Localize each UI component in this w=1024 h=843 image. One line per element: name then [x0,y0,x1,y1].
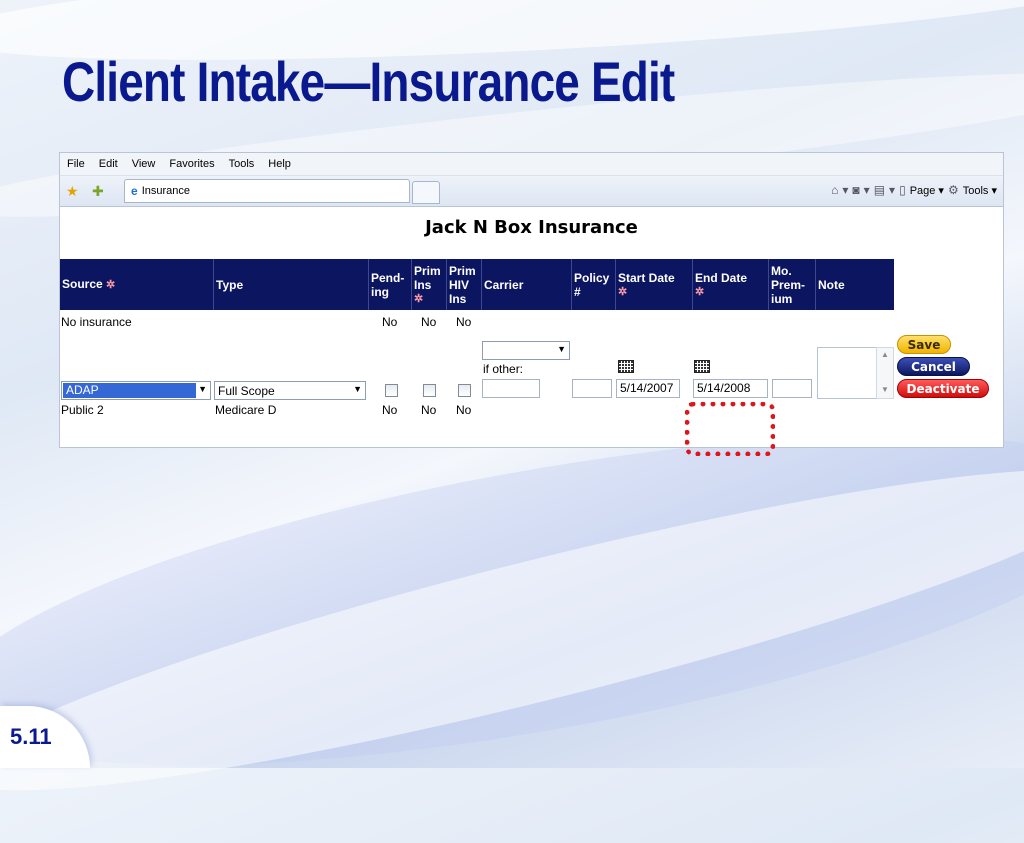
row-prim-hiv: No [456,315,472,329]
col-policy: Policy # [571,259,615,310]
tab-title: Insurance [141,185,190,197]
cancel-button[interactable]: Cancel [897,357,970,376]
chevron-down-icon: ▼ [353,384,362,394]
pending-checkbox[interactable] [385,384,398,397]
chevron-down-icon[interactable]: ▾ [889,183,895,197]
menu-favorites[interactable]: Favorites [162,158,221,170]
table-header: Source ✲ Type Pend- ing Prim Ins ✲ Prim … [60,259,894,310]
row-pending: No [382,403,398,417]
row-pending: No [382,315,398,329]
row-prim-ins: No [421,403,437,417]
chevron-down-icon: ▼ [557,344,566,354]
page-menu[interactable]: Page ▾ [910,184,944,197]
carrier-select[interactable]: ▼ [482,341,570,360]
menu-help[interactable]: Help [261,158,298,170]
add-favorite-icon[interactable]: ✚ [92,183,104,200]
chevron-down-icon: ▼ [198,384,207,394]
feeds-icon[interactable]: ◙ [852,183,859,197]
row-source: No insurance [61,315,132,329]
carrier-other-label: if other: [483,362,524,376]
new-tab-button[interactable] [412,181,440,204]
page-heading: Jack N Box Insurance [425,217,638,238]
col-prim-hiv-ins: Prim HIV Ins [446,259,481,310]
row-source: Public 2 [61,403,104,417]
background-swoosh [0,416,1024,843]
end-date-highlight [685,402,775,456]
chevron-down-icon[interactable]: ▾ [842,183,848,197]
col-source: Source ✲ [62,277,116,291]
favorites-star-icon[interactable]: ★ [66,183,79,200]
gear-icon: ⚙ [947,183,959,197]
menu-view[interactable]: View [125,158,163,170]
command-bar: ⌂ ▾ ◙ ▾ ▤ ▾ ▯ Page ▾ ⚙ Tools ▾ [831,183,997,197]
row-prim-hiv: No [456,403,472,417]
start-calendar-icon[interactable] [618,360,634,373]
col-monthly-premium: Mo. Prem- ium [768,259,815,310]
tab-insurance[interactable]: e Insurance [124,179,410,203]
premium-input[interactable] [772,379,812,398]
end-calendar-icon[interactable] [694,360,710,373]
note-scrollbar[interactable]: ▲ ▼ [876,347,894,399]
col-start-date: Start Date ✲ [615,259,692,310]
col-carrier: Carrier [481,259,571,310]
home-icon[interactable]: ⌂ [831,183,838,197]
col-end-date: End Date ✲ [692,259,768,310]
start-date-input[interactable]: 5/14/2007 [616,379,680,398]
deactivate-button[interactable]: Deactivate [897,379,989,398]
menu-tools[interactable]: Tools [222,158,262,170]
prim-hiv-checkbox[interactable] [458,384,471,397]
save-button[interactable]: Save [897,335,951,354]
required-icon: ✲ [106,279,116,291]
source-select[interactable]: ADAP ▼ [61,381,211,400]
page-content: Jack N Box Insurance Source ✲ Type Pend-… [60,207,1003,456]
ie-logo-icon: e [131,184,138,198]
page-icon: ▯ [899,183,906,197]
row-prim-ins: No [421,315,437,329]
required-icon: ✲ [618,285,628,298]
policy-input[interactable] [572,379,612,398]
browser-toolbar: ★ ✚ e Insurance ⌂ ▾ ◙ ▾ ▤ ▾ ▯ Page ▾ ⚙ Tool… [60,176,1003,207]
prim-ins-checkbox[interactable] [423,384,436,397]
slide-title: Client Intake—Insurance Edit [62,50,675,113]
required-icon: ✲ [695,285,705,298]
browser-window: File Edit View Favorites Tools Help ★ ✚ … [59,152,1004,456]
menu-file[interactable]: File [60,158,92,170]
scroll-up-icon: ▲ [881,350,889,359]
menu-edit[interactable]: Edit [92,158,125,170]
row-type: Medicare D [215,403,277,417]
col-note: Note [815,259,894,310]
print-icon[interactable]: ▤ [874,183,885,197]
scroll-down-icon: ▼ [881,385,889,394]
tools-menu[interactable]: Tools ▾ [963,184,997,197]
required-icon: ✲ [414,292,424,305]
chevron-down-icon[interactable]: ▾ [864,183,870,197]
type-select[interactable]: Full Scope ▼ [214,381,366,400]
carrier-other-input[interactable] [482,379,540,398]
menu-bar: File Edit View Favorites Tools Help [60,153,1003,176]
slide-number-badge: 5.11 [0,706,90,768]
col-prim-ins: Prim Ins ✲ [411,259,446,310]
col-type: Type [213,259,368,310]
col-pending: Pend- ing [368,259,411,310]
end-date-input[interactable]: 5/14/2008 [693,379,768,398]
slide-number: 5.11 [10,724,52,749]
